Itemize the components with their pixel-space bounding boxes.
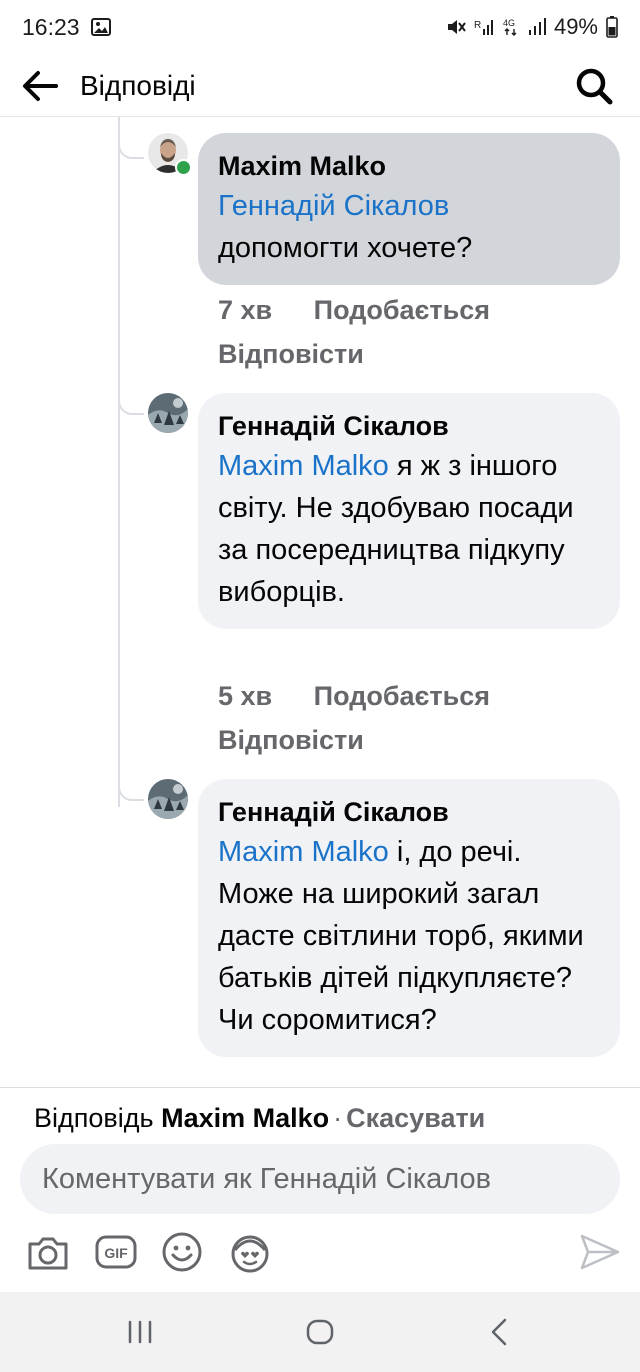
comment-actions: 7 хв Подобається Відповісти <box>218 288 490 376</box>
gallery-notification-icon <box>91 18 111 36</box>
reply-composer: Відповідь Maxim Malko·Скасувати GIF <box>0 1087 640 1293</box>
comment-time: 5 хв <box>218 681 273 711</box>
replying-prefix: Відповідь <box>34 1103 154 1133</box>
gif-icon[interactable]: GIF <box>94 1230 138 1274</box>
avatar-gennadiy-image <box>148 779 188 819</box>
status-time: 16:23 <box>22 14 80 40</box>
reply-thread: Maxim Malko Геннадій Сікалов допомогти х… <box>0 117 640 1087</box>
thread-branch <box>118 759 144 801</box>
search-icon[interactable] <box>574 64 614 108</box>
online-status-dot <box>175 159 192 176</box>
reply-button[interactable]: Відповісти <box>218 725 364 755</box>
system-back-icon[interactable] <box>480 1312 520 1352</box>
avatar-gennadiy-image <box>148 393 188 433</box>
signal-r-icon: R <box>474 20 493 35</box>
camera-icon[interactable] <box>26 1230 70 1274</box>
send-icon[interactable] <box>578 1230 622 1274</box>
avatar-sticker-icon[interactable] <box>228 1230 272 1274</box>
replying-to-name: Maxim Malko <box>161 1103 330 1133</box>
page-title: Відповіді <box>80 70 196 101</box>
svg-text:R: R <box>474 20 481 31</box>
status-icons: R 4G 49% <box>446 14 618 40</box>
gif-label: GIF <box>104 1245 128 1261</box>
status-bar: 16:23 R 4G 49% <box>0 0 640 56</box>
comment-text: Maxim Malko я ж з іншого світу. Не здобу… <box>218 445 600 613</box>
emoji-icon[interactable] <box>160 1230 204 1274</box>
comment-text: Геннадій Сікалов допомогти хочете? <box>218 185 600 269</box>
composer-toolbar: GIF <box>0 1224 640 1280</box>
system-navigation-bar <box>0 1292 640 1372</box>
mention-link[interactable]: Геннадій Сікалов <box>218 190 449 222</box>
network-4g-icon: 4G <box>503 18 517 36</box>
home-icon[interactable] <box>300 1312 340 1352</box>
avatar[interactable] <box>148 393 188 433</box>
comment-text: Maxim Malko і, до речі. Може на широкий … <box>218 831 600 1041</box>
comment-author[interactable]: Геннадій Сікалов <box>218 407 600 445</box>
comment-bubble[interactable]: Геннадій Сікалов Maxim Malko я ж з іншог… <box>198 393 620 629</box>
top-bar: Відповіді <box>0 56 640 117</box>
recent-apps-icon[interactable] <box>120 1312 160 1352</box>
comment-input[interactable] <box>20 1144 620 1214</box>
comment-body: допомогти хочете? <box>218 232 473 264</box>
svg-text:4G: 4G <box>503 18 515 28</box>
replying-to-banner: Відповідь Maxim Malko · Скасувати <box>34 1100 485 1136</box>
signal-icon <box>528 18 546 35</box>
battery-icon <box>606 16 618 38</box>
back-arrow-icon[interactable] <box>20 66 60 106</box>
comment-actions: 5 хв Подобається Відповісти <box>218 674 490 762</box>
mute-icon <box>447 20 466 34</box>
reply-button[interactable]: Відповісти <box>218 339 364 369</box>
separator-dot: · <box>333 1103 343 1133</box>
battery-percent: 49% <box>553 14 598 39</box>
comment-author[interactable]: Геннадій Сікалов <box>218 793 600 831</box>
comment-bubble[interactable]: Геннадій Сікалов Maxim Malko і, до речі.… <box>198 779 620 1057</box>
like-button[interactable]: Подобається <box>314 295 490 325</box>
comment-bubble[interactable]: Maxim Malko Геннадій Сікалов допомогти х… <box>198 133 620 285</box>
mention-link[interactable]: Maxim Malko <box>218 450 389 482</box>
thread-branch <box>118 117 144 159</box>
comment-time: 7 хв <box>218 295 273 325</box>
like-button[interactable]: Подобається <box>314 681 490 711</box>
thread-branch <box>118 373 144 415</box>
thread-line <box>118 117 120 807</box>
avatar[interactable] <box>148 779 188 819</box>
comment-author[interactable]: Maxim Malko <box>218 147 600 185</box>
cancel-reply-button[interactable]: Скасувати <box>346 1103 485 1133</box>
mention-link[interactable]: Maxim Malko <box>218 836 389 868</box>
